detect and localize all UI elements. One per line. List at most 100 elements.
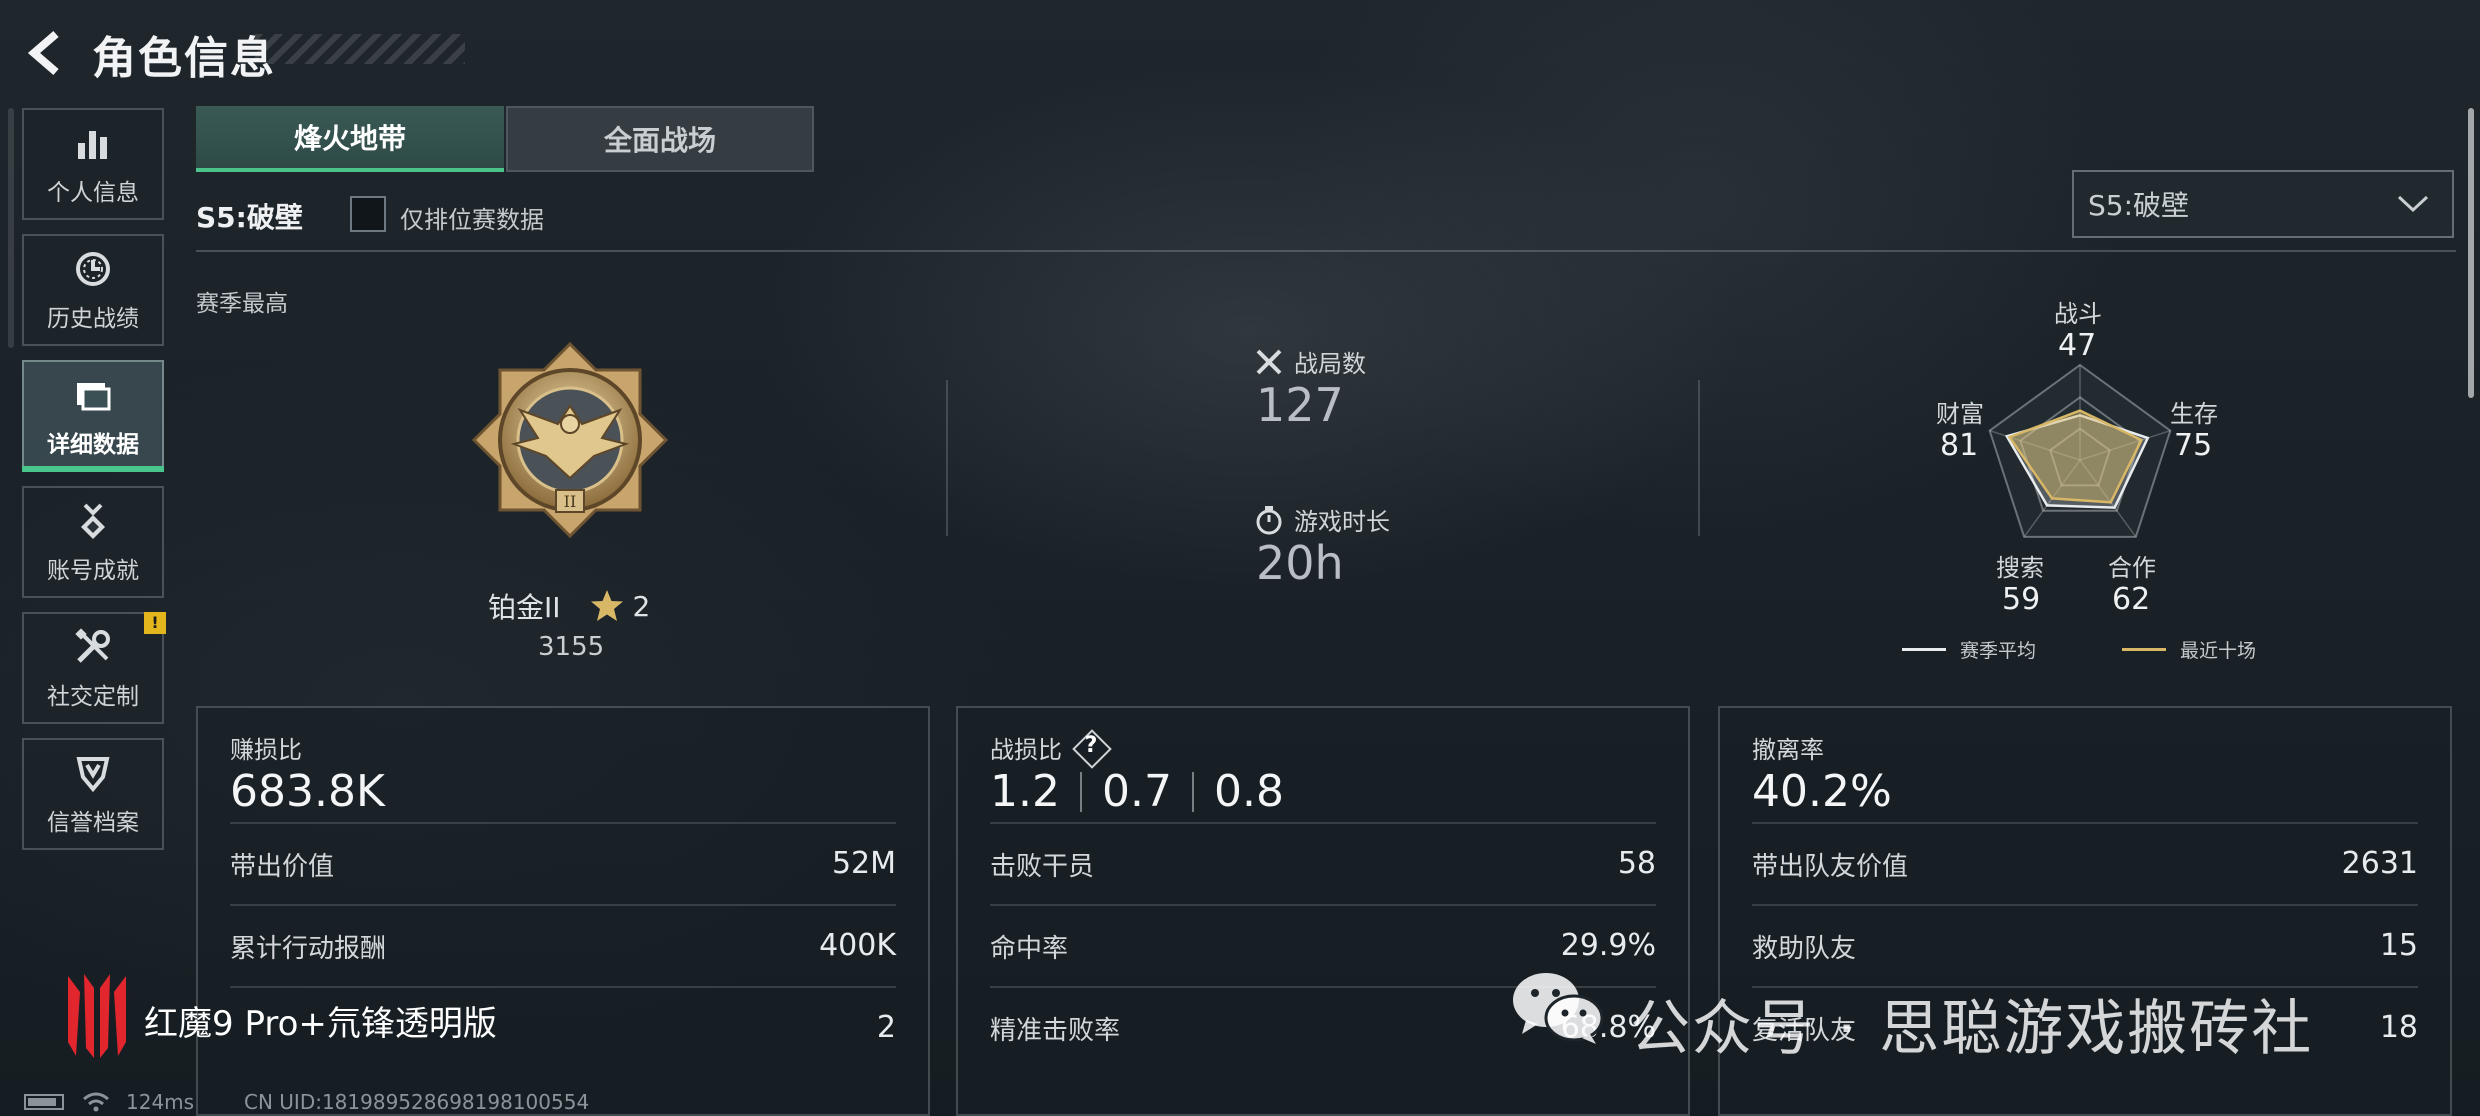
stat-row: 击败干员 58: [990, 846, 1656, 883]
tools-icon: [71, 625, 115, 669]
profit-panel: 赚损比 683.8K 带出价值 52M 累计行动报酬 400K 2: [196, 706, 930, 1116]
divider: [230, 904, 896, 906]
sidebar-item-history[interactable]: 历史战绩: [22, 234, 164, 346]
rank-name: 铂金II: [488, 591, 561, 624]
season-select[interactable]: S5:破壁: [2072, 170, 2454, 238]
star-icon: [590, 590, 623, 621]
brand-logo-icon: [68, 974, 126, 1058]
wechat-icon: [1513, 973, 1604, 1044]
radar-value-teamwork: 62: [2112, 582, 2151, 617]
stat-row: 累计行动报酬 400K: [230, 928, 896, 965]
stat-row: 带出队友价值 2631: [1752, 846, 2418, 883]
ranked-only-label[interactable]: 仅排位赛数据: [400, 200, 544, 235]
battery-icon: [24, 1094, 64, 1110]
sidebar-scrollbar[interactable]: [8, 108, 14, 348]
legend-line: [1902, 648, 1946, 651]
stat-value: 2631: [2341, 846, 2418, 881]
sidebar-item-label: 社交定制: [47, 684, 139, 710]
radar-label-combat: 战斗: [2054, 300, 2102, 328]
radar-value-combat: 47: [2058, 328, 2097, 363]
legend-recent-ten: 最近十场: [2122, 636, 2256, 663]
divider: [990, 822, 1656, 824]
stat-label: 累计行动报酬: [230, 934, 387, 964]
divider: [1698, 380, 1700, 536]
crossed-swords-icon: [1256, 349, 1282, 374]
sidebar-item-label: 信誉档案: [47, 810, 139, 836]
back-arrow-icon[interactable]: [26, 30, 66, 76]
help-icon[interactable]: ?: [1074, 731, 1108, 765]
stat-value: 52M: [831, 846, 896, 881]
tab-warzone-zone[interactable]: 烽火地带: [196, 106, 504, 172]
legend-line: [2122, 648, 2166, 651]
divider: [1191, 771, 1194, 812]
sidebar-item-achievements[interactable]: 账号成就: [22, 486, 164, 598]
radar-label-wealth: 财富: [1936, 400, 1984, 428]
sidebar-item-reputation[interactable]: 信誉档案: [22, 738, 164, 850]
rank-medal-icon: II: [471, 341, 669, 539]
matches-label: 战局数: [1254, 344, 1366, 379]
panel-title: 赚损比: [230, 736, 302, 764]
combat-panel: 战损比 ? 1.2 0.7 0.8 击败干员 58 命中率 29.9% 精准击败…: [956, 706, 1690, 1116]
stat-row: 命中率 29.9%: [990, 928, 1656, 965]
notification-badge: !: [144, 612, 166, 634]
rank-row: 铂金II 2: [488, 586, 650, 626]
wechat-watermark: 公众号 · 思聪游戏搬砖社: [1630, 994, 2314, 1064]
divider: [230, 822, 896, 824]
rank-score: 3155: [538, 632, 605, 662]
svg-text:II: II: [564, 492, 577, 511]
chevron-down-icon: [2397, 195, 2429, 213]
sidebar-item-label: 账号成就: [47, 558, 139, 584]
divider: [946, 380, 948, 536]
ratio-value: 0.8: [1213, 766, 1284, 817]
divider: [196, 250, 2456, 252]
playtime-value: 20h: [1256, 536, 1344, 590]
stat-label: 精准击败率: [990, 1016, 1121, 1046]
rank-stars: 2: [632, 589, 651, 623]
panel-main-values: 1.2 0.7 0.8: [990, 766, 1284, 817]
sidebar-item-label: 详细数据: [47, 432, 139, 458]
matches-value: 127: [1256, 378, 1344, 432]
stat-value: 400K: [819, 928, 896, 963]
stat-value: 15: [2379, 928, 2418, 963]
cards-icon: [71, 373, 115, 417]
radar-label-survival: 生存: [2170, 400, 2218, 428]
legend-label: 赛季平均: [1960, 640, 2037, 662]
ranked-only-checkbox[interactable]: [350, 196, 386, 232]
title-decoration: [255, 34, 465, 64]
stat-value: 18: [2379, 1010, 2418, 1045]
ratio-value: 0.7: [1101, 766, 1172, 817]
season-label: S5:破壁: [196, 201, 303, 234]
sidebar-item-details[interactable]: 详细数据: [22, 360, 164, 472]
radar-value-survival: 75: [2174, 428, 2213, 463]
season-best-label: 赛季最高: [196, 291, 288, 317]
sidebar-item-label: 历史战绩: [47, 306, 139, 332]
wifi-icon: [83, 1092, 109, 1112]
stat-value: 2: [876, 1010, 896, 1045]
radar-value-search: 59: [2002, 582, 2041, 617]
stat-label: 带出价值: [230, 852, 335, 882]
radar-value-wealth: 81: [1940, 428, 1979, 463]
panel-main-value: 40.2%: [1752, 766, 1892, 817]
stat-label: 击败干员: [990, 852, 1095, 882]
sidebar-item-personal-info[interactable]: 个人信息: [22, 108, 164, 220]
ping-value: 124ms: [126, 1090, 195, 1114]
sidebar-item-social[interactable]: ! 社交定制: [22, 612, 166, 724]
status-bar: 124ms: [24, 1090, 194, 1114]
stat-row: 救助队友 15: [1752, 928, 2418, 965]
panel-main-value: 683.8K: [230, 766, 385, 817]
stat-value: 29.9%: [1560, 928, 1656, 963]
tab-full-battlefield[interactable]: 全面战场: [506, 106, 814, 172]
divider: [1079, 771, 1082, 812]
panel-title: 撤离率: [1752, 736, 1824, 764]
legend-label: 最近十场: [2180, 640, 2257, 662]
content-scrollbar[interactable]: [2468, 108, 2474, 398]
panel-title: 战损比 ?: [990, 730, 1108, 765]
divider: [230, 986, 896, 988]
stat-label: 带出队友价值: [1752, 852, 1909, 882]
ratio-value: 1.2: [990, 766, 1060, 817]
season-select-value: S5:破壁: [2088, 189, 2190, 222]
player-uid: CN UID:181989528698198100554: [244, 1090, 590, 1114]
page-title: 角色信息: [92, 33, 276, 84]
divider: [990, 904, 1656, 906]
history-clock-icon: [71, 247, 115, 291]
